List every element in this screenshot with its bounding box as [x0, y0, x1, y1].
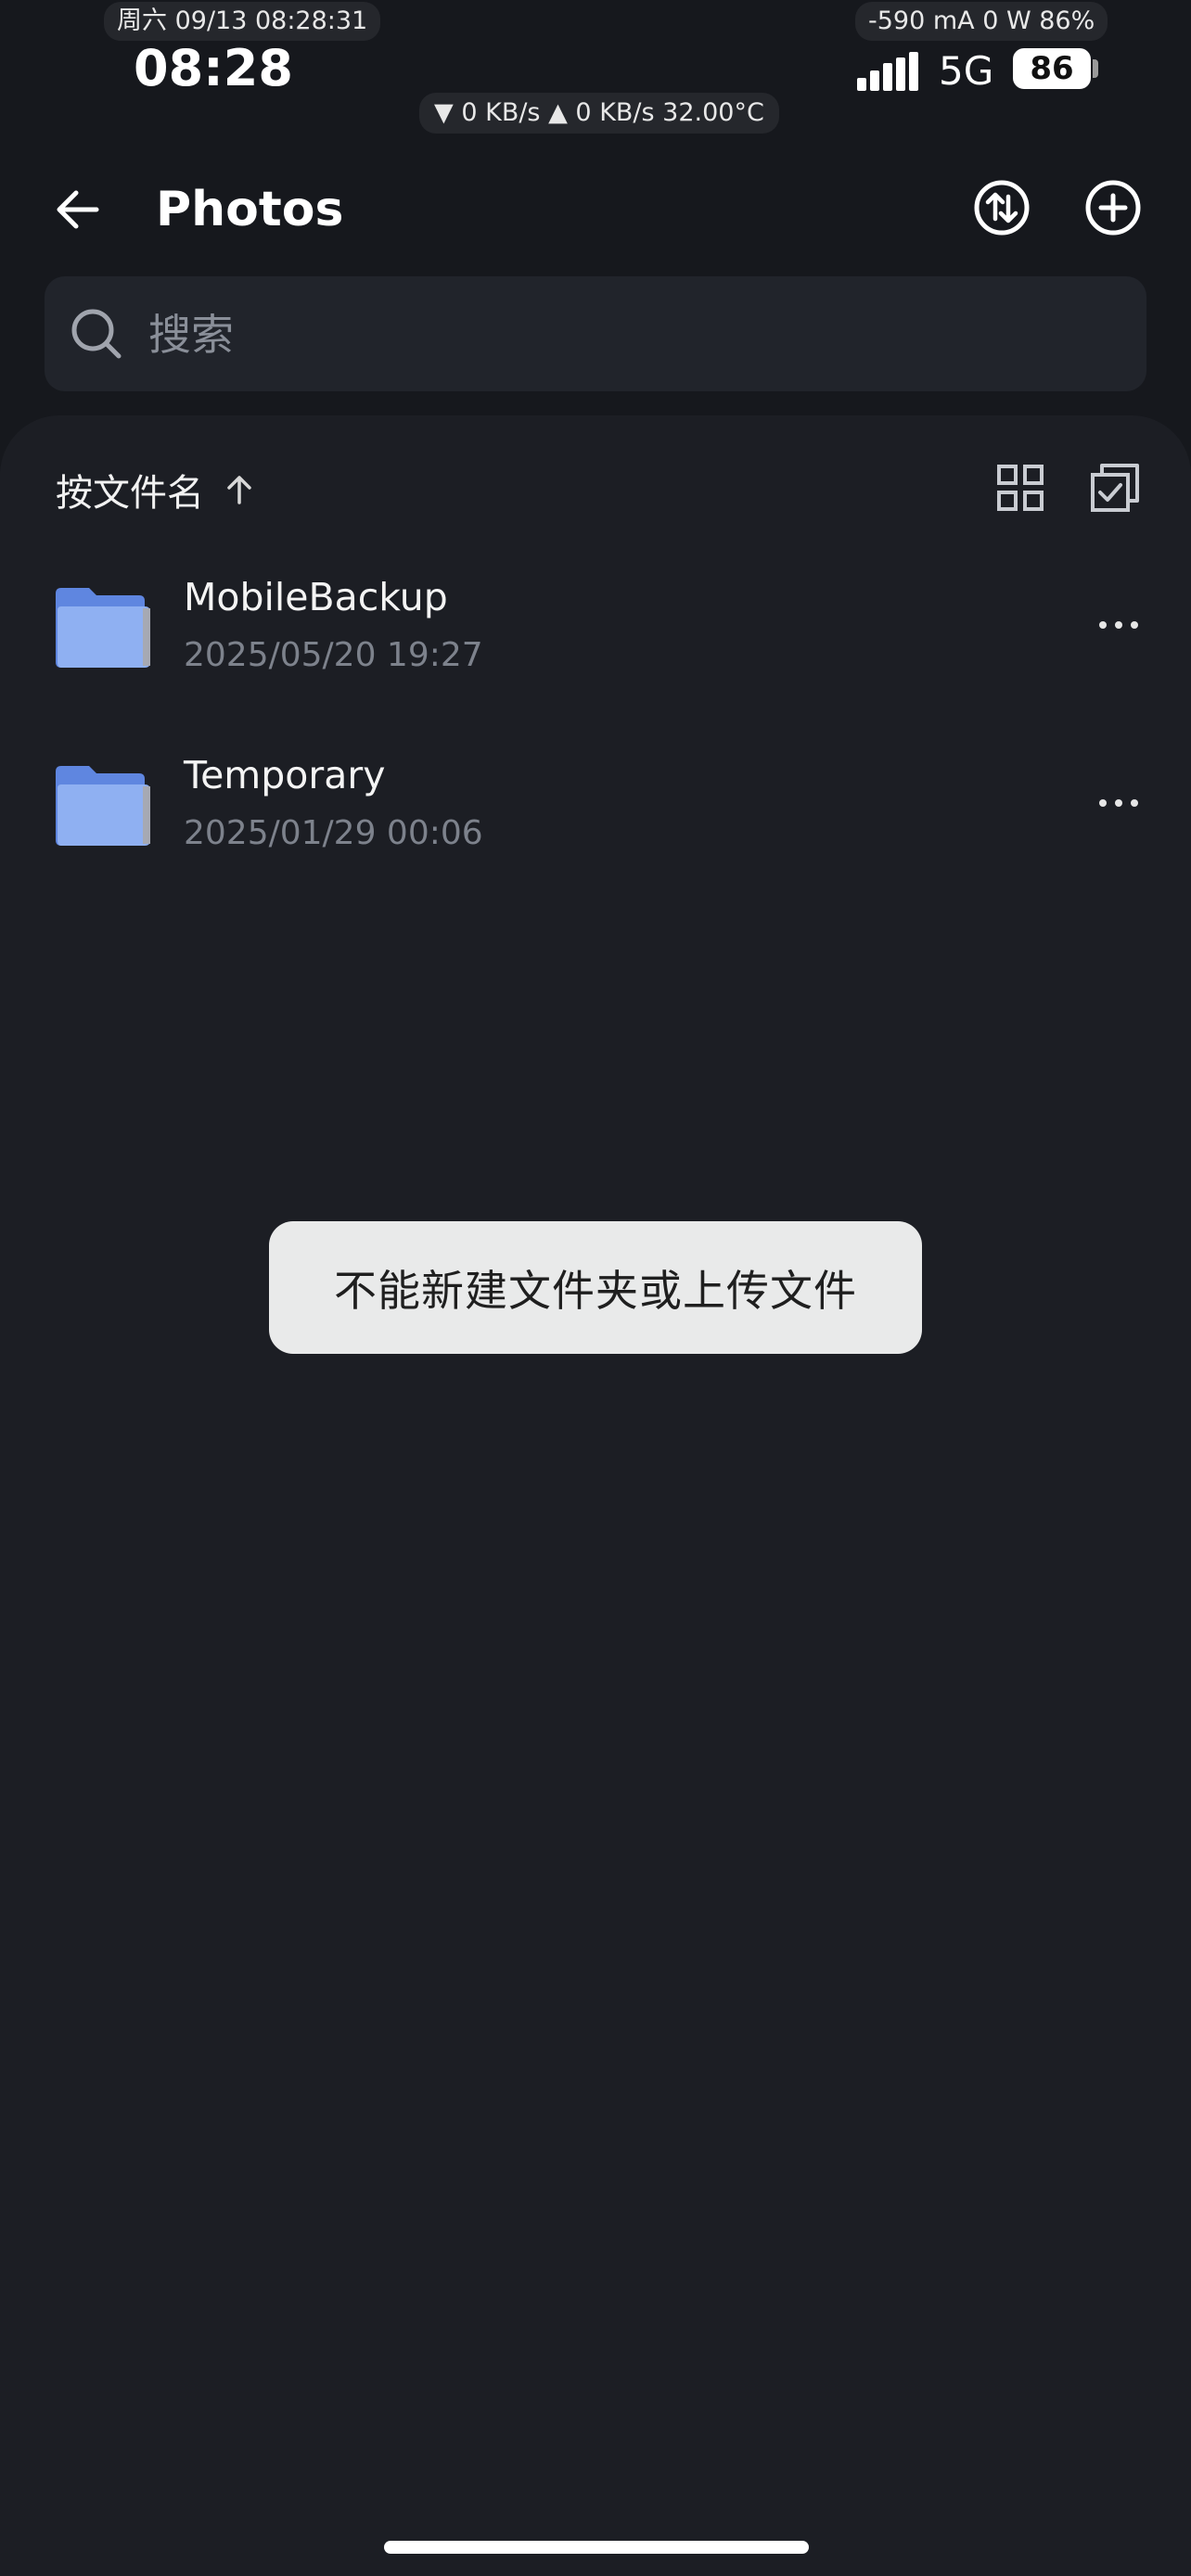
battery-tip — [1093, 59, 1098, 78]
folder-icon — [56, 588, 150, 668]
battery-level: 86 — [1030, 50, 1074, 87]
plus-circle-icon — [1085, 180, 1141, 236]
dot — [1131, 621, 1138, 629]
file-date: 2025/05/20 19:27 — [184, 636, 483, 674]
dot — [1099, 799, 1107, 807]
status-clock: 08:28 — [134, 39, 293, 97]
status-bar: 周六 09/13 08:28:31 08:28 ▼ 0 KB/s ▲ 0 KB/… — [0, 0, 1191, 139]
home-indicator[interactable] — [384, 2541, 809, 2554]
file-name: Temporary — [184, 753, 386, 797]
grid-view-icon — [997, 465, 1044, 511]
search-icon — [71, 309, 122, 359]
dot — [1115, 621, 1122, 629]
multi-select-icon — [1091, 464, 1139, 512]
dot — [1131, 799, 1138, 807]
transfer-icon — [974, 180, 1030, 236]
status-date-time: 周六 09/13 08:28:31 — [104, 2, 381, 41]
back-button[interactable] — [43, 174, 113, 245]
grid-view-button[interactable] — [991, 458, 1050, 517]
dot — [1115, 799, 1122, 807]
network-type: 5G — [939, 48, 994, 94]
multi-select-button[interactable] — [1085, 458, 1145, 517]
dot — [1099, 621, 1107, 629]
folder-icon — [56, 766, 150, 846]
list-item[interactable]: Temporary 2025/01/29 00:06 — [0, 725, 1191, 883]
sort-label: 按文件名 — [56, 472, 204, 515]
top-toolbar: Photos — [0, 158, 1191, 250]
transfer-button[interactable] — [965, 171, 1039, 245]
search-input[interactable] — [147, 300, 1115, 369]
sort-control[interactable]: 按文件名 — [56, 464, 256, 516]
more-options-button[interactable] — [1082, 783, 1156, 823]
status-power-info: -590 mA 0 W 86% — [855, 2, 1108, 41]
search-bar — [45, 276, 1146, 391]
add-button[interactable] — [1076, 171, 1150, 245]
list-item[interactable]: MobileBackup 2025/05/20 19:27 — [0, 547, 1191, 705]
page-title: Photos — [156, 182, 344, 237]
status-network-speed: ▼ 0 KB/s ▲ 0 KB/s 32.00°C — [419, 93, 779, 134]
toast-text: 不能新建文件夹或上传文件 — [334, 1265, 857, 1316]
battery-icon: 86 — [1013, 48, 1091, 89]
arrow-up-icon — [227, 476, 251, 504]
file-list-panel: 按文件名 MobileBackup 2025/05/20 19:27 Tempo… — [0, 415, 1191, 2576]
more-options-button[interactable] — [1082, 605, 1156, 645]
arrow-left-icon — [57, 190, 99, 229]
toast-message: 不能新建文件夹或上传文件 — [269, 1221, 922, 1354]
file-date: 2025/01/29 00:06 — [184, 814, 483, 852]
signal-strength-icon — [857, 52, 920, 91]
file-name: MobileBackup — [184, 575, 448, 619]
